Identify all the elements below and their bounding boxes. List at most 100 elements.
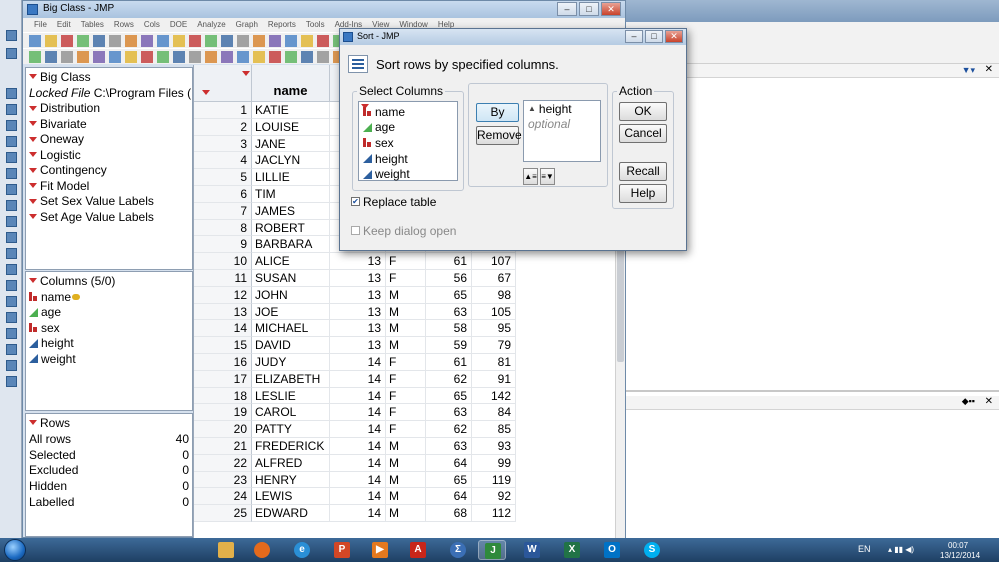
table-cell-sex[interactable]: M (386, 303, 426, 321)
red-triangle-icon[interactable] (29, 420, 37, 425)
strip-icon[interactable] (6, 184, 17, 195)
menu-item[interactable]: Cols (139, 18, 165, 32)
toolbar-icon[interactable] (269, 35, 281, 47)
table-cell-name[interactable]: DAVID (252, 337, 330, 354)
row-number[interactable]: 23 (194, 471, 252, 489)
table-cell-height[interactable]: 62 (426, 370, 472, 388)
toolbar-icon[interactable] (125, 51, 137, 63)
by-button[interactable]: By (476, 103, 519, 122)
table-cell-height[interactable]: 62 (426, 421, 472, 438)
row-number[interactable]: 8 (194, 219, 252, 237)
menu-item[interactable]: Edit (52, 18, 76, 32)
cancel-button[interactable]: Cancel (619, 124, 667, 143)
close-icon[interactable]: ✕ (985, 396, 993, 407)
table-cell-weight[interactable]: 99 (472, 454, 516, 472)
sort-ascending-icon[interactable]: ▲ (528, 104, 536, 113)
strip-icon[interactable] (6, 152, 17, 163)
table-script-item[interactable]: Contingency (26, 163, 192, 179)
taskbar-jmp[interactable]: J (478, 540, 506, 560)
strip-icon[interactable] (6, 280, 17, 291)
table-panel-header[interactable]: Big Class (26, 68, 192, 85)
table-cell-height[interactable]: 68 (426, 505, 472, 522)
toolbar-icon[interactable] (189, 35, 201, 47)
strip-icon[interactable] (6, 312, 17, 323)
taskbar-powerpoint[interactable]: P (328, 540, 356, 560)
close-icon[interactable]: ✕ (985, 64, 993, 75)
strip-icon[interactable] (6, 88, 17, 99)
red-triangle-icon[interactable] (29, 121, 37, 127)
strip-icon[interactable] (6, 248, 17, 259)
taskbar-outlook[interactable]: O (598, 540, 626, 560)
table-cell-age[interactable]: 13 (330, 320, 386, 338)
row-number[interactable]: 11 (194, 270, 252, 287)
table-cell-weight[interactable]: 67 (472, 270, 516, 287)
taskbar-excel[interactable]: X (558, 540, 586, 560)
toolbar-icon[interactable] (269, 51, 281, 63)
table-cell-weight[interactable]: 142 (472, 387, 516, 405)
columns-panel-header[interactable]: Columns (5/0) (26, 272, 192, 289)
toolbar-icon[interactable] (61, 51, 73, 63)
table-script-item[interactable]: Oneway (26, 132, 192, 148)
table-cell-sex[interactable]: F (386, 404, 426, 422)
select-column-item[interactable]: name (359, 104, 457, 120)
menu-item[interactable]: DOE (165, 18, 192, 32)
red-triangle-icon[interactable] (29, 167, 37, 173)
table-cell-name[interactable]: ROBERT (252, 219, 330, 237)
table-cell-height[interactable]: 63 (426, 404, 472, 422)
table-cell-weight[interactable]: 91 (472, 370, 516, 388)
toolbar-icon[interactable] (221, 35, 233, 47)
toolbar-icon[interactable] (301, 35, 313, 47)
red-triangle-icon[interactable] (29, 136, 37, 142)
clock-date[interactable]: 13/12/2014 (940, 551, 980, 560)
toolbar-icon[interactable] (45, 51, 57, 63)
table-cell-height[interactable]: 65 (426, 286, 472, 304)
table-cell-weight[interactable]: 92 (472, 488, 516, 506)
toolbar-icon[interactable] (77, 35, 89, 47)
table-cell-sex[interactable]: F (386, 370, 426, 388)
table-cell-name[interactable]: KATIE (252, 102, 330, 119)
toolbar-icon[interactable] (173, 35, 185, 47)
row-number[interactable]: 10 (194, 253, 252, 270)
table-script-item[interactable]: Bivariate (26, 116, 192, 132)
column-item[interactable]: weight (26, 351, 192, 367)
table-cell-weight[interactable]: 79 (472, 337, 516, 354)
toolbar-icon[interactable] (253, 51, 265, 63)
toolbar-icon[interactable] (29, 35, 41, 47)
table-cell-name[interactable]: EDWARD (252, 505, 330, 522)
table-cell-sex[interactable]: F (386, 253, 426, 270)
toolbar-icon[interactable] (253, 35, 265, 47)
toolbar-icon[interactable] (109, 51, 121, 63)
row-number[interactable]: 9 (194, 236, 252, 254)
row-number[interactable]: 22 (194, 454, 252, 472)
table-cell-sex[interactable]: M (386, 286, 426, 304)
row-number[interactable]: 7 (194, 202, 252, 220)
table-cell-sex[interactable]: F (386, 270, 426, 287)
table-cell-age[interactable]: 13 (330, 286, 386, 304)
table-cell-weight[interactable]: 84 (472, 404, 516, 422)
table-cell-height[interactable]: 63 (426, 438, 472, 455)
table-cell-age[interactable]: 14 (330, 404, 386, 422)
toolbar-icon[interactable] (317, 51, 329, 63)
table-cell-name[interactable]: SUSAN (252, 270, 330, 287)
panel-tools-icon[interactable]: ◆▪▪ (962, 396, 975, 407)
table-cell-height[interactable]: 65 (426, 387, 472, 405)
red-triangle-icon[interactable] (29, 152, 37, 158)
row-number[interactable]: 13 (194, 303, 252, 321)
red-triangle-icon[interactable] (29, 198, 37, 204)
table-cell-name[interactable]: BARBARA (252, 236, 330, 254)
table-cell-name[interactable]: HENRY (252, 471, 330, 489)
row-number[interactable]: 16 (194, 354, 252, 371)
toolbar-icon[interactable] (173, 51, 185, 63)
table-cell-name[interactable]: JAMES (252, 202, 330, 220)
row-number[interactable]: 14 (194, 320, 252, 338)
table-cell-name[interactable]: LESLIE (252, 387, 330, 405)
table-cell-name[interactable]: TIM (252, 186, 330, 203)
table-cell-sex[interactable]: F (386, 354, 426, 371)
select-column-item[interactable]: age (359, 120, 457, 136)
select-column-item[interactable]: sex (359, 135, 457, 151)
table-cell-age[interactable]: 13 (330, 253, 386, 270)
red-triangle-icon[interactable] (29, 183, 37, 189)
red-triangle-icon[interactable] (242, 71, 250, 76)
table-cell-weight[interactable]: 95 (472, 320, 516, 338)
red-triangle-icon[interactable] (29, 278, 37, 283)
